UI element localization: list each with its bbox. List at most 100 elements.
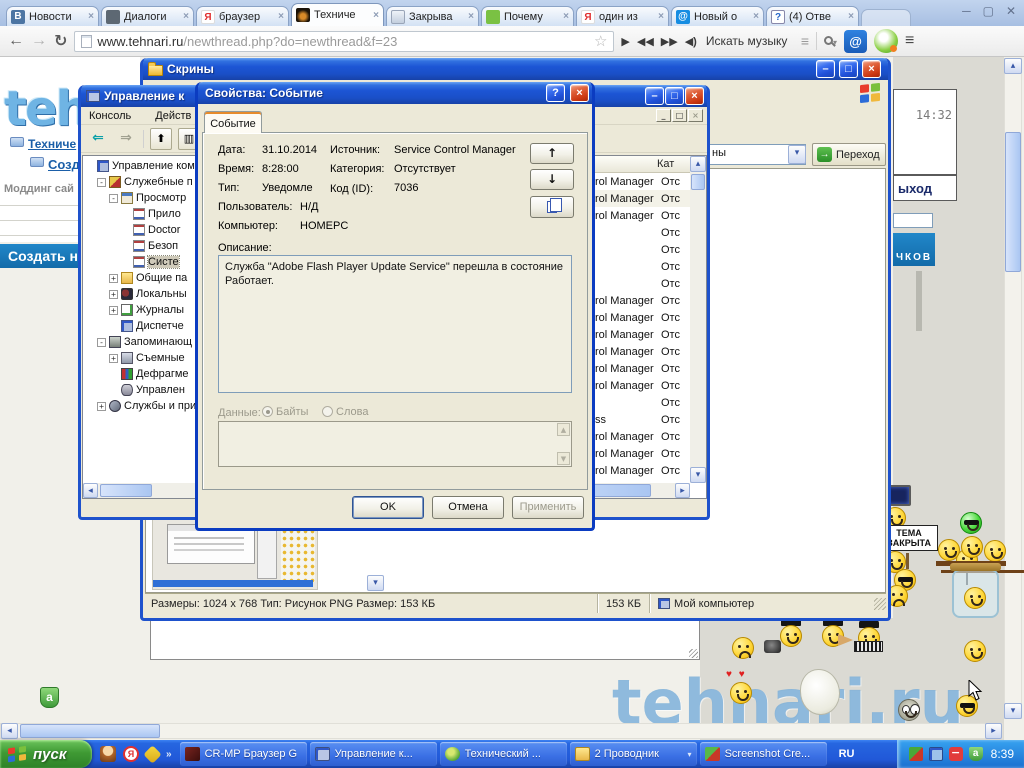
tray-blocker-icon[interactable]: − <box>949 747 963 761</box>
menu-icon[interactable]: ≡ <box>905 32 914 50</box>
tree-item[interactable]: +Журналы <box>83 302 195 318</box>
taskbar-button[interactable]: Технический ... <box>440 742 567 766</box>
data-box[interactable]: ▲ ▼ <box>218 421 572 467</box>
tab-close-icon[interactable]: × <box>848 11 854 22</box>
smiley-creature[interactable] <box>800 669 824 693</box>
go-button[interactable]: → Переход <box>812 143 886 166</box>
language-indicator[interactable]: RU <box>827 748 867 760</box>
smiley-love[interactable]: ♥ ♥ <box>730 682 754 706</box>
collapse-icon[interactable]: - <box>109 194 118 203</box>
explorer-titlebar[interactable]: Скрины <box>143 58 888 80</box>
scroll-right-icon[interactable]: ▸ <box>675 483 690 498</box>
cancel-button[interactable]: Отмена <box>432 496 504 519</box>
close-button[interactable]: × <box>570 84 589 102</box>
collapse-icon[interactable]: - <box>97 178 106 187</box>
taskbar-button[interactable]: CR-MP Браузер G <box>180 742 307 766</box>
tree-item[interactable]: +Службы и при <box>83 398 195 414</box>
taskbar-button[interactable]: Управление к... <box>310 742 437 766</box>
breadcrumb-forum-link[interactable]: Техниче <box>28 137 76 151</box>
description-box[interactable]: Служба "Adobe Flash Player Update Servic… <box>218 255 572 393</box>
tree-item[interactable]: -Запоминающ <box>83 334 195 350</box>
browser-tab[interactable]: Закрыва× <box>386 6 479 26</box>
browser-logo-icon[interactable] <box>874 29 898 53</box>
mailru-icon[interactable]: @ <box>844 30 867 53</box>
tab-event[interactable]: Событие <box>204 111 262 133</box>
up-folder-icon[interactable]: ⬆ <box>150 128 172 150</box>
start-button[interactable]: пуск <box>0 740 92 768</box>
tab-close-icon[interactable]: × <box>278 11 284 22</box>
previous-track-icon[interactable]: ◀◀ <box>637 35 654 48</box>
next-event-button[interactable]: ↓ <box>530 169 574 190</box>
taskbar-button[interactable]: Screenshot Cre... <box>700 742 827 766</box>
back-icon[interactable]: ← <box>8 32 24 50</box>
browser-minimize-button[interactable]: ─ <box>962 4 971 18</box>
scroll-left-icon[interactable]: ◂ <box>83 483 98 498</box>
quicklaunch-yandex-icon[interactable]: Я <box>123 746 139 762</box>
smiley-green-shades[interactable] <box>960 512 984 536</box>
browser-tab[interactable]: @Новый о× <box>671 6 764 26</box>
mini-scrollbar[interactable] <box>916 271 922 331</box>
tree-hscroll-thumb[interactable] <box>100 484 152 497</box>
page-hscroll-thumb[interactable] <box>20 724 160 738</box>
maximize-button[interactable]: □ <box>665 87 684 105</box>
list-icon[interactable]: ≡ <box>801 33 809 49</box>
chevron-down-icon[interactable]: ▾ <box>688 750 692 759</box>
browser-tab[interactable]: ?(4) Отве× <box>766 6 859 26</box>
tree-item[interactable]: +Локальны <box>83 286 195 302</box>
reload-icon[interactable]: ↻ <box>54 31 67 51</box>
tray-avast-icon[interactable]: a <box>969 747 983 761</box>
tree-item[interactable]: Диспетче <box>83 318 195 334</box>
list-vscroll-thumb[interactable] <box>691 174 705 190</box>
next-track-icon[interactable]: ▶▶ <box>661 35 678 48</box>
tab-close-icon[interactable]: × <box>373 10 379 21</box>
scroll-right-icon[interactable]: ▸ <box>985 723 1002 739</box>
smiley-jar[interactable] <box>952 569 976 593</box>
maximize-button[interactable]: □ <box>839 60 858 78</box>
taskbar-button[interactable]: 2 Проводник▾ <box>570 742 697 766</box>
quicklaunch-agent-icon[interactable] <box>100 746 116 762</box>
tree-item[interactable]: Безоп <box>83 238 195 254</box>
tray-capture-icon[interactable] <box>909 747 923 761</box>
minimize-button[interactable]: – <box>645 87 664 105</box>
scroll-up-icon[interactable]: ▴ <box>1004 58 1022 74</box>
quicklaunch-game-icon[interactable] <box>143 745 161 763</box>
new-tab-stub[interactable] <box>861 9 911 26</box>
bookmark-star-icon[interactable]: ☆ <box>594 32 607 50</box>
tree-hscrollbar[interactable]: ◂ <box>83 483 195 498</box>
forward-icon[interactable]: ⇒ <box>115 128 137 150</box>
browser-tab[interactable]: Диалоги× <box>101 6 194 26</box>
tab-close-icon[interactable]: × <box>183 11 189 22</box>
expand-icon[interactable]: + <box>109 306 118 315</box>
collapse-icon[interactable]: - <box>97 338 106 347</box>
smiley-accordion[interactable] <box>858 627 882 651</box>
smiley-plain[interactable] <box>964 640 988 664</box>
page-input[interactable] <box>893 213 933 228</box>
browser-tab[interactable]: Ябраузер× <box>196 6 289 26</box>
forward-icon[interactable]: → <box>31 32 47 50</box>
browser-tab[interactable]: BНовости× <box>6 6 99 26</box>
child-restore-button[interactable]: □ <box>672 109 687 122</box>
tree-item[interactable]: +Съемные <box>83 350 195 366</box>
tree-item[interactable]: Управлен <box>83 382 195 398</box>
browser-tab[interactable]: Яодин из× <box>576 6 669 26</box>
page-vscroll-thumb[interactable] <box>1005 132 1021 272</box>
radio-words[interactable]: Слова <box>322 406 368 418</box>
minimize-button[interactable]: – <box>816 60 835 78</box>
menu-console[interactable]: Консоль <box>89 110 131 122</box>
scroll-up-icon[interactable]: ▴ <box>690 156 706 172</box>
resize-grip-icon[interactable] <box>689 649 698 658</box>
url-text[interactable]: www.tehnari.ru/newthread.php?do=newthrea… <box>97 34 589 49</box>
tree-item[interactable]: -Просмотр <box>83 190 195 206</box>
dialog-titlebar[interactable]: Свойства: Событие <box>198 82 592 104</box>
child-close-button[interactable]: × <box>688 109 703 122</box>
tab-close-icon[interactable]: × <box>563 11 569 22</box>
smiley-table-trio[interactable] <box>938 539 962 563</box>
preview-scroll-down-icon[interactable]: ▾ <box>367 575 384 591</box>
close-button[interactable]: × <box>862 60 881 78</box>
menu-action[interactable]: Действ <box>155 110 191 122</box>
apply-button[interactable]: Применить <box>512 496 584 519</box>
tab-close-icon[interactable]: × <box>658 11 664 22</box>
expand-icon[interactable]: + <box>109 290 118 299</box>
tree-item[interactable]: +Общие па <box>83 270 195 286</box>
scroll-down-icon[interactable]: ▾ <box>1004 703 1022 719</box>
